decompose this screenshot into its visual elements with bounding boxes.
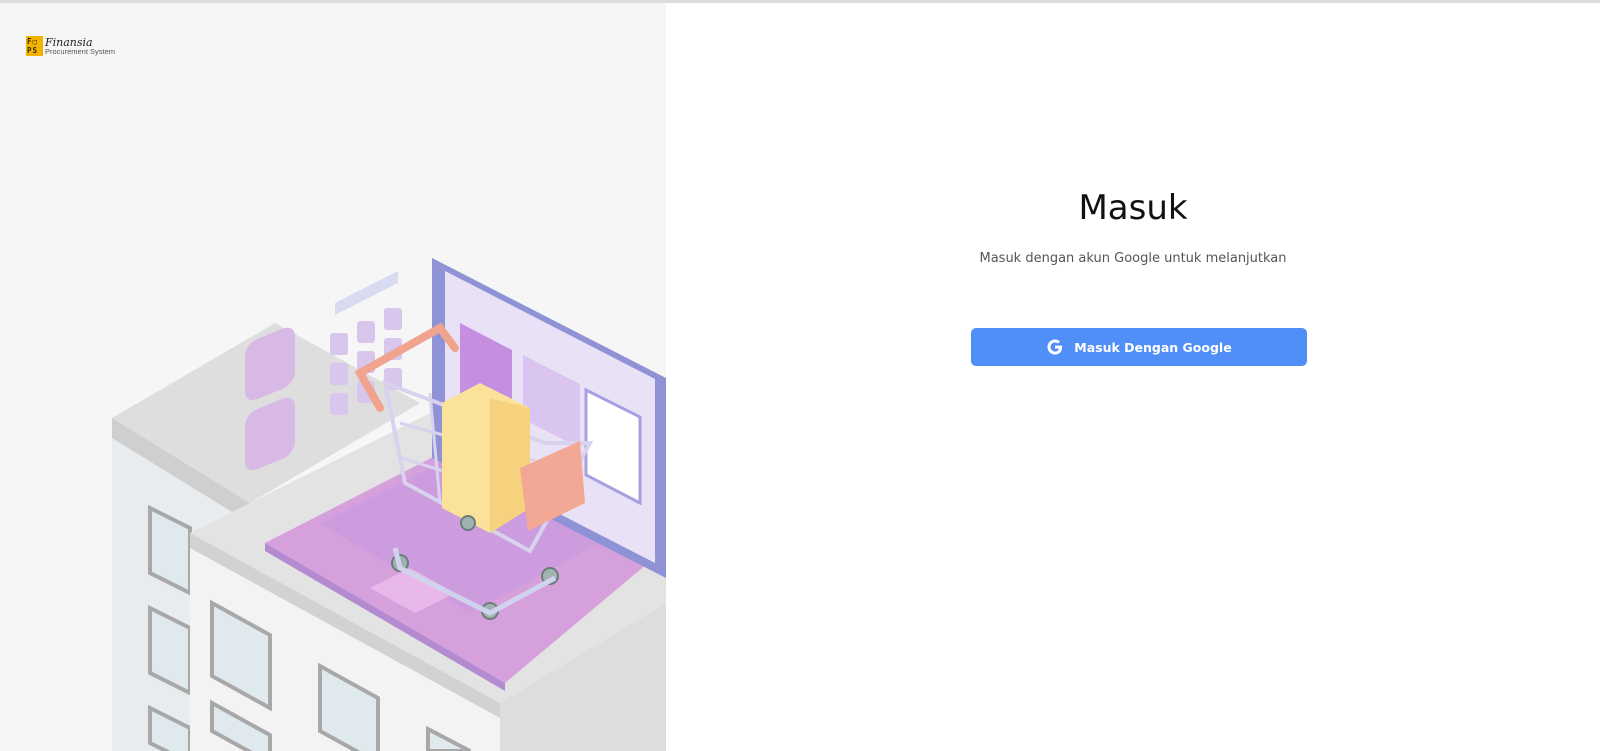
google-g-icon [1047, 339, 1063, 355]
login-subtitle: Masuk dengan akun Google untuk melanjutk… [979, 251, 1287, 266]
google-login-label: Masuk Dengan Google [1074, 339, 1232, 355]
login-panel: Masuk Masuk dengan akun Google untuk mel… [666, 3, 1600, 751]
page-title: Masuk [1078, 188, 1188, 228]
google-login-button[interactable]: Masuk Dengan Google [971, 328, 1307, 366]
shopping-cart-illustration [112, 258, 666, 751]
illustration-panel: F▢ PS Finansia Procurement System [0, 3, 666, 751]
